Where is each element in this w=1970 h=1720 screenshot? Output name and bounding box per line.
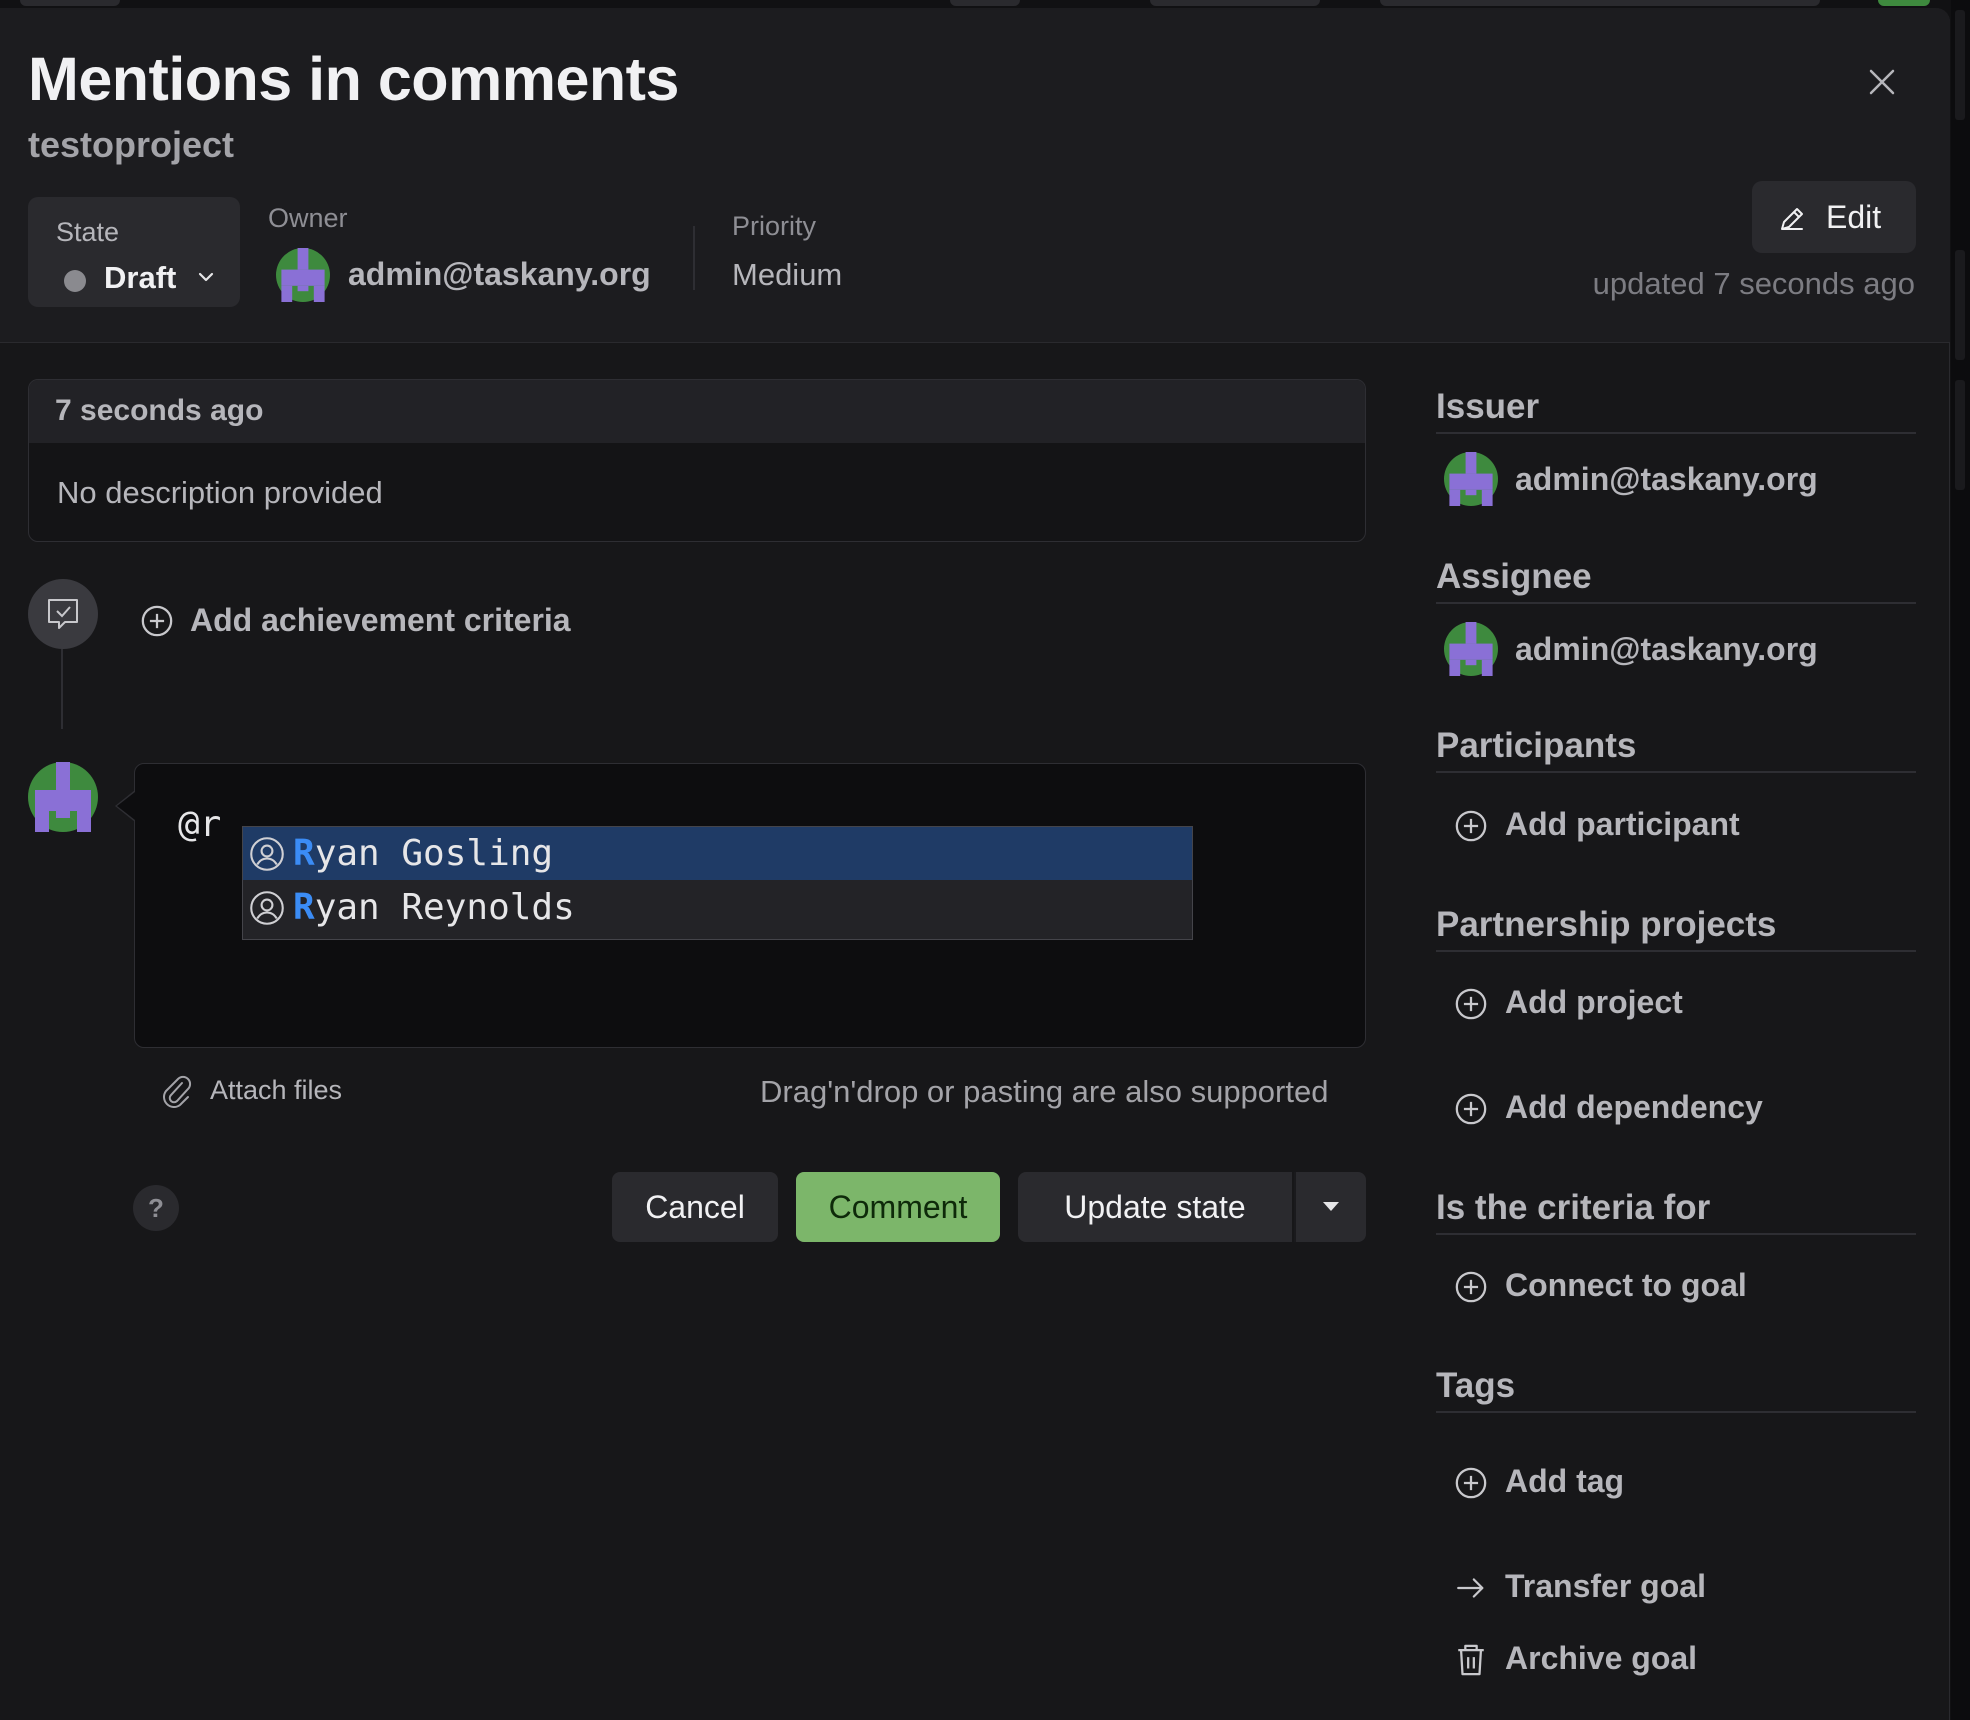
goal-dialog: Mentions in comments testoproject State …: [0, 8, 1950, 1720]
mention-option[interactable]: Ryan Reynolds: [243, 881, 1192, 934]
archive-goal-label: Archive goal: [1505, 1640, 1698, 1676]
close-button[interactable]: [1858, 58, 1906, 106]
comment-check-icon: [48, 599, 78, 629]
mention-rest: yan Gosling: [314, 833, 554, 874]
add-criteria-label: Add achievement criteria: [190, 602, 571, 638]
mention-match: R: [293, 833, 315, 874]
add-project-label: Add project: [1505, 984, 1683, 1020]
arrow-right-icon: [1457, 1578, 1484, 1598]
help-button[interactable]: ?: [133, 1185, 179, 1231]
drag-drop-hint: Drag'n'drop or pasting are also supporte…: [760, 1074, 1329, 1109]
user-circle-icon: [249, 890, 285, 926]
plus-circle-icon: [1454, 1092, 1488, 1126]
owner-label: Owner: [268, 203, 348, 233]
comment-input[interactable]: @r: [178, 804, 221, 845]
connect-to-goal-label: Connect to goal: [1505, 1267, 1747, 1303]
plus-circle-icon: [1454, 987, 1488, 1021]
description-text: No description provided: [57, 475, 383, 510]
partnership-projects-heading: Partnership projects: [1436, 905, 1777, 944]
description-time: 7 seconds ago: [55, 394, 264, 427]
background-page-strip: [0, 0, 1970, 8]
plus-circle-icon: [1454, 1270, 1488, 1304]
edit-label: Edit: [1826, 199, 1882, 235]
user-circle-icon: [249, 836, 285, 872]
plus-circle-icon: [140, 604, 174, 638]
paperclip-icon: [163, 1075, 192, 1108]
chevron-down-icon: [198, 272, 214, 282]
participants-heading: Participants: [1436, 726, 1637, 765]
update-state-button[interactable]: Update state: [1018, 1172, 1292, 1242]
add-dependency-label: Add dependency: [1505, 1089, 1763, 1125]
assignee-heading: Assignee: [1436, 557, 1592, 596]
page-title: Mentions in comments: [28, 45, 679, 113]
transfer-goal-label: Transfer goal: [1505, 1568, 1706, 1604]
divider: [1436, 602, 1916, 604]
mention-option-name: Ryan Reynolds: [293, 887, 575, 928]
divider: [693, 226, 695, 290]
owner-value[interactable]: admin@taskany.org: [348, 256, 651, 293]
mention-rest: yan Reynolds: [314, 887, 575, 928]
add-participant-label: Add participant: [1505, 806, 1740, 842]
divider: [1436, 1411, 1916, 1413]
attach-files-label: Attach files: [210, 1075, 343, 1105]
issuer-email: admin@taskany.org: [1515, 461, 1818, 497]
issuer-heading: Issuer: [1436, 387, 1540, 426]
avatar: [1444, 622, 1498, 676]
editor-pointer-inner: [117, 792, 135, 820]
comment-button[interactable]: Comment: [796, 1172, 1000, 1242]
state-dropdown[interactable]: State Draft: [28, 197, 240, 307]
avatar: [28, 762, 98, 832]
state-label: State: [56, 217, 120, 247]
mention-option-name: Ryan Gosling: [293, 833, 553, 874]
update-state-dropdown[interactable]: [1294, 1172, 1366, 1242]
updated-timestamp: updated 7 seconds ago: [1592, 266, 1915, 301]
mention-suggestions: Ryan Gosling Ryan Reynolds: [242, 826, 1193, 940]
project-name[interactable]: testoproject: [28, 124, 234, 166]
cancel-button[interactable]: Cancel: [612, 1172, 778, 1242]
avatar: [1444, 452, 1498, 506]
mention-option[interactable]: Ryan Gosling: [243, 827, 1192, 880]
add-tag-label: Add tag: [1505, 1463, 1625, 1499]
criteria-for-heading: Is the criteria for: [1436, 1188, 1711, 1227]
divider: [1436, 771, 1916, 773]
description-header: 7 seconds ago: [29, 380, 1365, 443]
timeline-line: [61, 649, 63, 729]
priority-label: Priority: [732, 211, 817, 241]
description-card: 7 seconds ago No description provided: [28, 379, 1366, 542]
edit-button[interactable]: Edit: [1752, 181, 1916, 253]
caret-down-icon: [1323, 1202, 1339, 1211]
archive-icon: [1458, 1644, 1484, 1676]
pencil-icon: [1781, 208, 1803, 230]
tags-heading: Tags: [1436, 1366, 1516, 1405]
background-scroll-rail: [1951, 0, 1970, 1720]
divider: [1436, 1233, 1916, 1235]
divider: [1436, 432, 1916, 434]
plus-circle-icon: [1454, 1466, 1488, 1500]
mention-match: R: [293, 887, 315, 928]
assignee-email: admin@taskany.org: [1515, 631, 1818, 667]
state-value: Draft: [104, 260, 177, 295]
plus-circle-icon: [1454, 809, 1488, 843]
priority-value: Medium: [732, 257, 843, 292]
dialog-header: Mentions in comments testoproject State …: [0, 8, 1950, 343]
avatar: [276, 248, 330, 302]
close-icon: [1869, 69, 1895, 95]
divider: [1436, 950, 1916, 952]
state-dot-icon: [64, 270, 86, 292]
criteria-badge: [28, 579, 98, 649]
